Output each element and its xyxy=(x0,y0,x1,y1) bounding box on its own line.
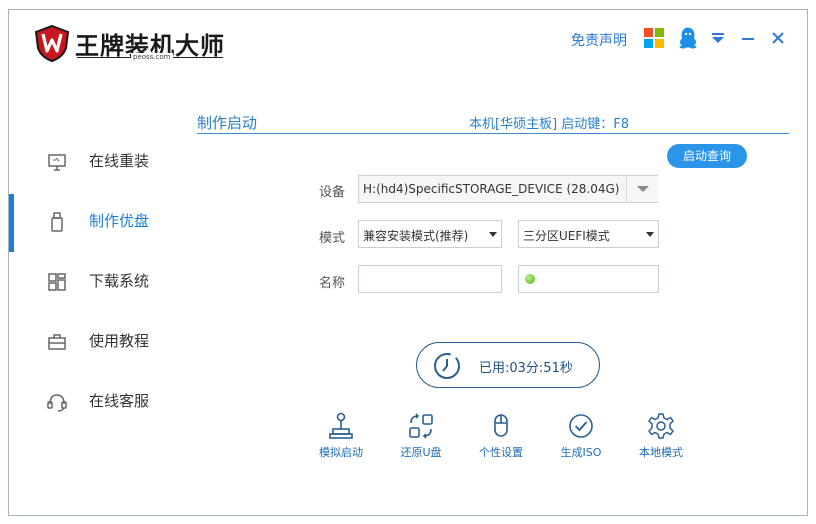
windows-icon[interactable] xyxy=(643,27,665,49)
name-input[interactable] xyxy=(358,265,502,293)
check-circle-icon xyxy=(569,414,593,438)
header-divider xyxy=(197,133,789,134)
tool-label: 模拟启动 xyxy=(319,446,363,459)
tool-local-mode[interactable]: 本地模式 xyxy=(629,412,693,460)
chevron-down-icon xyxy=(646,232,654,237)
joystick-icon xyxy=(329,412,353,439)
sidebar-item-label: 使用教程 xyxy=(89,332,150,350)
tool-label: 还原U盘 xyxy=(400,446,442,459)
sidebar-item-tutorial[interactable]: 使用教程 xyxy=(9,314,179,370)
device-label: 设备 xyxy=(319,185,346,200)
menu-dropdown-icon[interactable] xyxy=(707,27,729,49)
gear-icon xyxy=(648,413,674,439)
brand-sub: peoss.com xyxy=(131,53,173,61)
mode-label: 模式 xyxy=(319,231,346,246)
chevron-down-icon xyxy=(637,186,649,192)
app-window: 王牌装机大师 peoss.com 免责声明 在线重装 制作优盘 下载系统 使用教… xyxy=(8,9,808,516)
name-label: 名称 xyxy=(319,276,346,291)
sidebar-item-label: 在线客服 xyxy=(89,392,150,410)
clock-icon xyxy=(434,353,460,379)
minimize-icon[interactable] xyxy=(737,27,759,49)
tool-generate-iso[interactable]: 生成ISO xyxy=(549,412,613,460)
tool-label: 生成ISO xyxy=(560,446,602,459)
logo-shield-icon xyxy=(34,24,70,62)
tool-restore-usb[interactable]: 还原U盘 xyxy=(389,412,453,460)
grid-icon xyxy=(48,273,66,291)
sidebar-item-online-reinstall[interactable]: 在线重装 xyxy=(9,134,179,190)
status-dot-icon xyxy=(525,274,535,284)
partition-select[interactable]: 三分区UEFI模式 xyxy=(518,220,659,248)
headset-icon xyxy=(47,394,67,412)
tool-label: 个性设置 xyxy=(479,446,523,459)
elapsed-timer: 已用:03分:51秒 xyxy=(416,342,600,388)
sidebar-item-label: 制作优盘 xyxy=(89,212,150,230)
mouse-icon xyxy=(494,414,508,437)
mode-value: 兼容安装模式(推荐) xyxy=(363,229,469,243)
device-value: H:(hd4)SpecificSTORAGE_DEVICE (28.04G) xyxy=(363,182,620,196)
section-title: 制作启动 xyxy=(197,114,258,132)
sidebar-item-online-support[interactable]: 在线客服 xyxy=(9,374,179,430)
status-field xyxy=(518,265,659,293)
monitor-icon xyxy=(48,154,66,171)
tool-personal-settings[interactable]: 个性设置 xyxy=(469,412,533,460)
sidebar-item-label: 在线重装 xyxy=(89,152,150,170)
tool-label: 本地模式 xyxy=(639,446,683,459)
sidebar-item-label: 下载系统 xyxy=(89,272,150,290)
close-icon[interactable] xyxy=(767,27,789,49)
elapsed-time-text: 已用:03分:51秒 xyxy=(479,361,573,376)
sidebar-item-make-usb[interactable]: 制作优盘 xyxy=(9,194,179,250)
usb-drive-icon xyxy=(51,212,63,232)
mode-select[interactable]: 兼容安装模式(推荐) xyxy=(358,220,502,248)
device-dropdown-button[interactable] xyxy=(626,176,658,202)
qq-icon[interactable] xyxy=(677,27,699,49)
restore-icon xyxy=(409,413,433,439)
device-select[interactable]: H:(hd4)SpecificSTORAGE_DEVICE (28.04G) xyxy=(358,175,658,203)
partition-value: 三分区UEFI模式 xyxy=(523,229,610,243)
disclaimer-link[interactable]: 免责声明 xyxy=(571,30,627,50)
board-info: 本机[华硕主板] 启动键：F8 xyxy=(469,117,630,132)
briefcase-icon xyxy=(48,334,66,350)
tool-simulate-boot[interactable]: 模拟启动 xyxy=(309,412,373,460)
boot-query-button[interactable]: 启动查询 xyxy=(667,144,747,168)
chevron-down-icon xyxy=(489,232,497,237)
sidebar-item-download-system[interactable]: 下载系统 xyxy=(9,254,179,310)
